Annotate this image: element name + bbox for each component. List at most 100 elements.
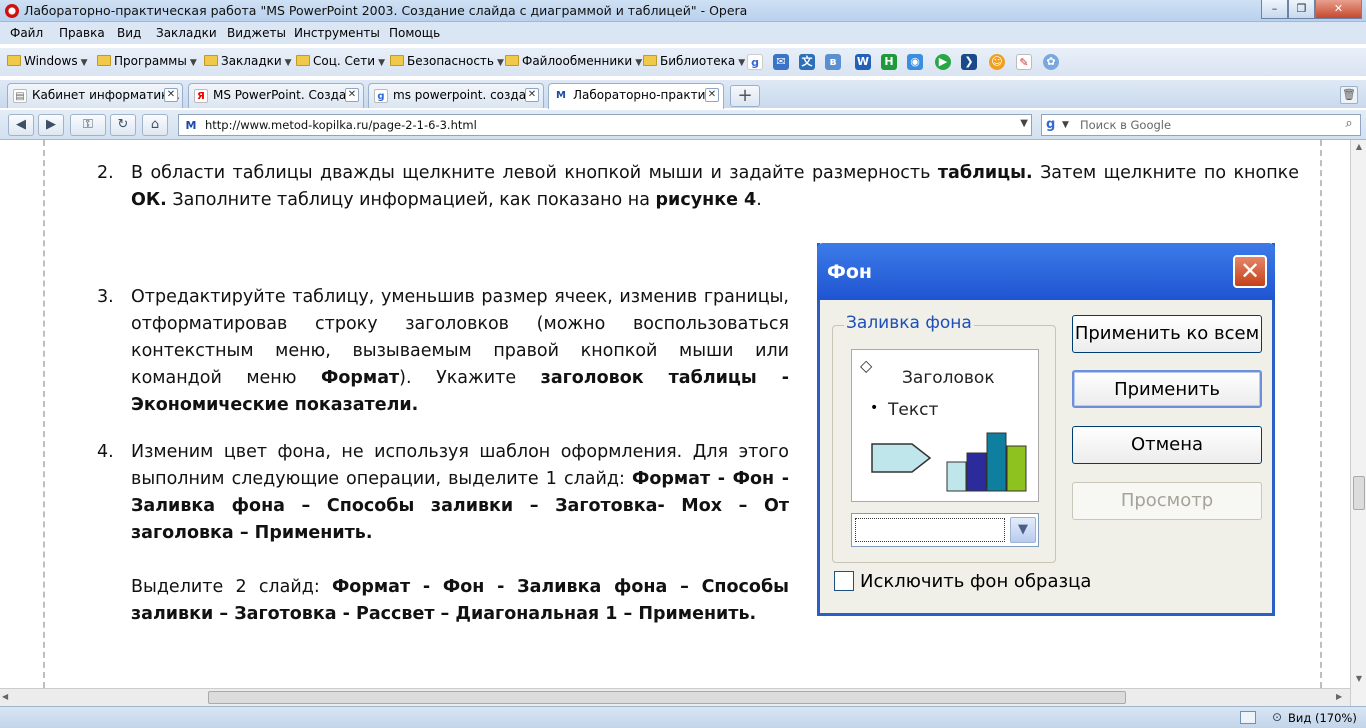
back-button[interactable]: ◀ — [8, 114, 34, 136]
tab-cabinet[interactable]: ▤ Кабинет информатик... ✕ — [7, 83, 183, 108]
new-tab-button[interactable]: + — [730, 85, 760, 107]
fill-combo: ▼ — [851, 513, 1039, 547]
search-placeholder: Поиск в Google — [1080, 118, 1172, 132]
vertical-scrollbar[interactable]: ▲ ▼ — [1350, 140, 1366, 706]
tab-label: ms powerpoint. созда... — [393, 88, 538, 102]
web-icon[interactable]: ◉ — [907, 54, 923, 70]
close-tab-icon[interactable]: ✕ — [705, 88, 719, 102]
horizontal-scrollbar[interactable]: ◀ ▶ — [0, 688, 1350, 706]
search-engine-dropdown-icon[interactable]: ▼ — [1062, 120, 1069, 130]
address-bar[interactable]: M http://www.metod-kopilka.ru/page-2-1-6… — [178, 114, 1032, 136]
menu-bookmarks[interactable]: Закладки — [156, 26, 217, 40]
folder-icon — [7, 55, 21, 66]
flower-icon[interactable]: ✿ — [1043, 54, 1059, 70]
scroll-left-icon[interactable]: ◀ — [2, 692, 8, 701]
bookmark-folder-security[interactable]: Безопасность ▼ — [390, 54, 504, 68]
folder-icon — [643, 55, 657, 66]
diamond-bullet-icon: ◇ — [860, 356, 873, 375]
preview-heading: Заголовок — [902, 368, 995, 388]
cancel-button: Отмена — [1072, 426, 1262, 464]
tab-search[interactable]: g ms powerpoint. созда... ✕ — [368, 83, 544, 108]
minimize-button[interactable]: – — [1261, 0, 1288, 19]
reload-button[interactable]: ↻ — [110, 114, 136, 136]
preview-chart-bar — [946, 461, 967, 492]
preview-chart — [945, 432, 1029, 492]
tab-lab-work[interactable]: M Лабораторно-практи... ✕ — [548, 83, 724, 109]
tab-powerpoint[interactable]: Я MS PowerPoint. Созда... ✕ — [188, 83, 364, 108]
smile-icon[interactable]: ☺ — [989, 54, 1005, 70]
scroll-right-icon[interactable]: ▶ — [1336, 692, 1342, 701]
list-number: 3. — [97, 287, 114, 307]
close-tab-icon[interactable]: ✕ — [525, 88, 539, 102]
play-icon[interactable]: ▶ — [935, 54, 951, 70]
menu-bar: Файл Правка Вид Закладки Виджеты Инструм… — [0, 22, 1366, 44]
folder-icon — [204, 55, 218, 66]
forward-button[interactable]: ▶ — [38, 114, 64, 136]
status-bar: ⊙ Вид (170%) — [0, 706, 1366, 728]
yandex-icon: Я — [194, 89, 208, 103]
vertical-scroll-thumb[interactable] — [1353, 476, 1365, 510]
menu-help[interactable]: Помощь — [389, 26, 440, 40]
doc-icon: ▤ — [13, 89, 27, 103]
scroll-down-icon[interactable]: ▼ — [1353, 674, 1365, 688]
trash-icon[interactable]: 🗑 — [1340, 86, 1358, 104]
combo-value — [855, 518, 1005, 542]
close-tab-icon[interactable]: ✕ — [345, 88, 359, 102]
url-dropdown-icon[interactable]: ▼ — [1020, 118, 1028, 129]
m-icon: M — [556, 90, 566, 101]
preview-chart-bar — [966, 452, 987, 492]
apply-all-button: Применить ко всем — [1072, 315, 1262, 353]
bookmark-folder-social[interactable]: Соц. Сети ▼ — [296, 54, 385, 68]
close-tab-icon[interactable]: ✕ — [164, 88, 178, 102]
zoom-level[interactable]: Вид (170%) — [1288, 711, 1357, 725]
menu-file[interactable]: Файл — [10, 26, 43, 40]
h-icon[interactable]: H — [881, 54, 897, 70]
page-border-left — [43, 140, 45, 688]
folder-icon — [505, 55, 519, 66]
preview-bullet-text: Текст — [888, 400, 939, 420]
google-icon[interactable]: g — [747, 54, 763, 70]
google-icon[interactable]: g — [1046, 117, 1055, 132]
instruction-3: Отредактируйте таблицу, уменьшив размер … — [131, 287, 790, 415]
bookmark-folder-programs[interactable]: Программы ▼ — [97, 54, 197, 68]
title-bar: Лабораторно-практическая работа "MS Powe… — [0, 0, 1366, 22]
translate-icon[interactable]: 文 — [799, 54, 815, 70]
page-border-right — [1320, 140, 1322, 688]
bookmark-folder-filehosting[interactable]: Файлообменники ▼ — [505, 54, 642, 68]
dialog-close-icon: ✕ — [1233, 255, 1267, 288]
word-icon[interactable]: W — [855, 54, 871, 70]
list-number: 2. — [97, 163, 114, 183]
arrow-icon[interactable]: ❯ — [961, 54, 977, 70]
site-icon: M — [185, 119, 197, 132]
bookmark-folder-windows[interactable]: Windows ▼ — [7, 54, 88, 68]
note-icon[interactable]: ✎ — [1016, 54, 1032, 70]
folder-icon — [296, 55, 310, 66]
preview-button: Просмотр — [1072, 482, 1262, 520]
vk-icon[interactable]: в — [825, 54, 841, 70]
mail-icon[interactable]: ✉ — [773, 54, 789, 70]
horizontal-scroll-thumb[interactable] — [208, 691, 1126, 704]
panel-toggle-icon[interactable] — [1240, 711, 1256, 724]
close-window-button[interactable]: ✕ — [1315, 0, 1362, 19]
bullet-icon: • — [870, 400, 879, 416]
key-icon[interactable]: ⚿ — [70, 114, 106, 136]
google-icon: g — [374, 89, 388, 103]
zoom-icon[interactable]: ⊙ — [1272, 710, 1282, 724]
scroll-up-icon[interactable]: ▲ — [1353, 142, 1365, 156]
search-icon[interactable]: ⌕ — [1340, 116, 1358, 134]
exclude-background-label: Исключить фон образца — [860, 571, 1092, 592]
url-text[interactable]: http://www.metod-kopilka.ru/page-2-1-6-3… — [205, 118, 477, 132]
maximize-button[interactable]: ❐ — [1288, 0, 1315, 19]
tab-bar: ▤ Кабинет информатик... ✕ Я MS PowerPoin… — [0, 80, 1366, 109]
bookmark-folder-library[interactable]: Библиотека ▼ — [643, 54, 745, 68]
menu-tools[interactable]: Инструменты — [294, 26, 380, 40]
home-button[interactable]: ⌂ — [142, 114, 168, 136]
menu-edit[interactable]: Правка — [59, 26, 105, 40]
menu-view[interactable]: Вид — [117, 26, 141, 40]
bookmark-folder-bookmarks[interactable]: Закладки ▼ — [204, 54, 292, 68]
fill-group-label: Заливка фона — [844, 313, 974, 333]
search-field[interactable]: g ▼ Поиск в Google ⌕ — [1041, 114, 1361, 136]
bookmarks-bar: Windows ▼ Программы ▼ Закладки ▼ Соц. Сети ▼… — [0, 48, 1366, 76]
arrow-shape-icon — [871, 443, 932, 473]
menu-widgets[interactable]: Виджеты — [227, 26, 286, 40]
